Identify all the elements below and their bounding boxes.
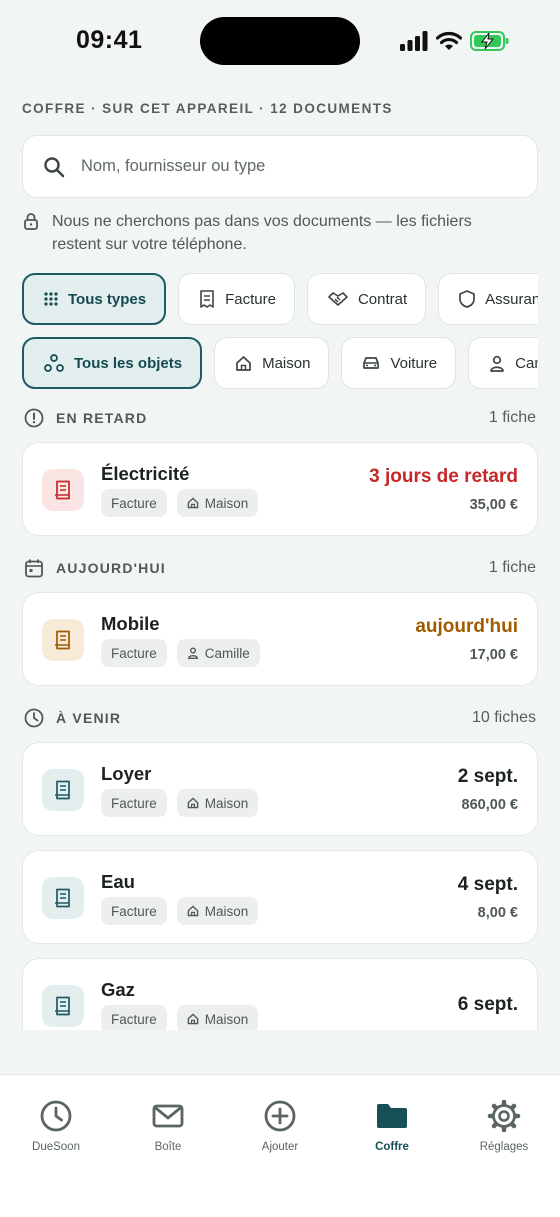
document-tags: Facture Maison <box>101 897 259 925</box>
object-tag-label: Maison <box>204 1011 249 1027</box>
type-tag: Facture <box>101 789 167 817</box>
document-card[interactable]: Gaz Facture Maison 6 sept. <box>22 958 538 1030</box>
home-icon <box>187 905 199 917</box>
type-tag-label: Facture <box>111 903 157 919</box>
tab-duesoon[interactable]: DueSoon <box>0 1075 112 1217</box>
document-tags: Facture Maison <box>101 489 259 517</box>
type-tag: Facture <box>101 639 167 667</box>
object-tag: Maison <box>176 789 259 817</box>
document-amount: 35,00 € <box>469 497 518 513</box>
type-tag-label: Facture <box>111 645 157 661</box>
receipt-icon <box>55 888 70 908</box>
type-tag-label: Facture <box>111 795 157 811</box>
section-title: AUJOURD'HUI <box>56 560 166 576</box>
document-type-icon <box>42 769 84 811</box>
tab-label: Réglages <box>479 1141 529 1153</box>
section-count: 1 fiche <box>488 409 536 426</box>
document-type-icon <box>42 985 84 1027</box>
home-icon <box>187 1013 199 1025</box>
tab-label: Coffre <box>375 1141 409 1153</box>
document-card[interactable]: Eau Facture Maison 4 sept. 8,00 € <box>22 850 538 944</box>
document-name: Gaz <box>101 979 135 1000</box>
type-tag: Facture <box>101 489 167 517</box>
document-name: Eau <box>101 871 135 892</box>
tab-label: DueSoon <box>32 1141 80 1153</box>
mail-icon <box>152 1104 184 1128</box>
object-tag-label: Maison <box>204 795 249 811</box>
receipt-icon <box>55 996 70 1016</box>
document-tags: Facture Camille <box>101 639 260 667</box>
calendar-icon <box>25 559 43 578</box>
tab-label: Ajouter <box>261 1141 299 1153</box>
tab-inbox[interactable]: Boîte <box>112 1075 224 1217</box>
object-tag-label: Camille <box>204 645 250 661</box>
document-type-icon <box>42 469 84 511</box>
document-tags: Facture Maison <box>101 789 259 817</box>
object-tag: Maison <box>176 1005 259 1030</box>
object-tag-label: Maison <box>204 495 249 511</box>
object-tag: Maison <box>176 897 259 925</box>
document-tags: Facture Maison <box>101 1005 259 1030</box>
home-icon <box>187 497 199 509</box>
home-icon <box>187 797 199 809</box>
document-amount: 8,00 € <box>477 905 518 921</box>
tab-vault[interactable]: Coffre <box>336 1075 448 1217</box>
folder-icon <box>377 1104 407 1128</box>
document-card[interactable]: Électricité Facture Maison 3 jours de re… <box>22 442 538 536</box>
type-tag-label: Facture <box>111 495 157 511</box>
due-date: 6 sept. <box>457 994 518 1015</box>
document-card[interactable]: Mobile Facture Camille aujourd'hui 17,00… <box>22 592 538 686</box>
clock-icon <box>40 1100 72 1132</box>
due-status: aujourd'hui <box>415 616 518 637</box>
clock-icon <box>24 708 44 728</box>
section-count: 1 fiche <box>488 559 536 576</box>
document-amount: 860,00 € <box>461 797 518 813</box>
document-card[interactable]: Loyer Facture Maison 2 sept. 860,00 € <box>22 742 538 836</box>
alert-circle-icon <box>24 408 44 428</box>
document-name: Mobile <box>101 613 160 634</box>
receipt-icon <box>55 780 70 800</box>
section-header-late: EN RETARD 1 fiche <box>24 408 536 428</box>
type-tag-label: Facture <box>111 1011 157 1027</box>
tab-bar: DueSoon Boîte Ajouter Coffre Réglages <box>0 1074 560 1217</box>
due-status: 3 jours de retard <box>369 466 518 487</box>
section-header-upcoming: À VENIR 10 fiches <box>24 708 536 728</box>
type-tag: Facture <box>101 1005 167 1030</box>
section-count: 10 fiches <box>471 709 536 726</box>
object-tag: Camille <box>176 639 260 667</box>
person-icon <box>187 647 198 659</box>
document-type-icon <box>42 619 84 661</box>
document-name: Électricité <box>101 463 190 484</box>
document-name: Loyer <box>101 763 152 784</box>
document-list[interactable]: EN RETARD 1 fiche Électricité Facture Ma… <box>0 0 560 1030</box>
object-tag: Maison <box>176 489 259 517</box>
tab-settings[interactable]: Réglages <box>448 1075 560 1217</box>
tab-label: Boîte <box>154 1141 182 1153</box>
document-amount: 17,00 € <box>469 647 518 663</box>
gear-icon <box>487 1099 521 1133</box>
receipt-icon <box>55 630 70 650</box>
tab-add[interactable]: Ajouter <box>224 1075 336 1217</box>
due-date: 2 sept. <box>457 766 518 787</box>
section-title: À VENIR <box>56 710 122 726</box>
section-header-today: AUJOURD'HUI 1 fiche <box>24 558 536 578</box>
plus-circle-icon <box>264 1100 296 1132</box>
section-title: EN RETARD <box>56 410 148 426</box>
type-tag: Facture <box>101 897 167 925</box>
receipt-icon <box>55 480 70 500</box>
due-date: 4 sept. <box>457 874 518 895</box>
object-tag-label: Maison <box>204 903 249 919</box>
document-type-icon <box>42 877 84 919</box>
